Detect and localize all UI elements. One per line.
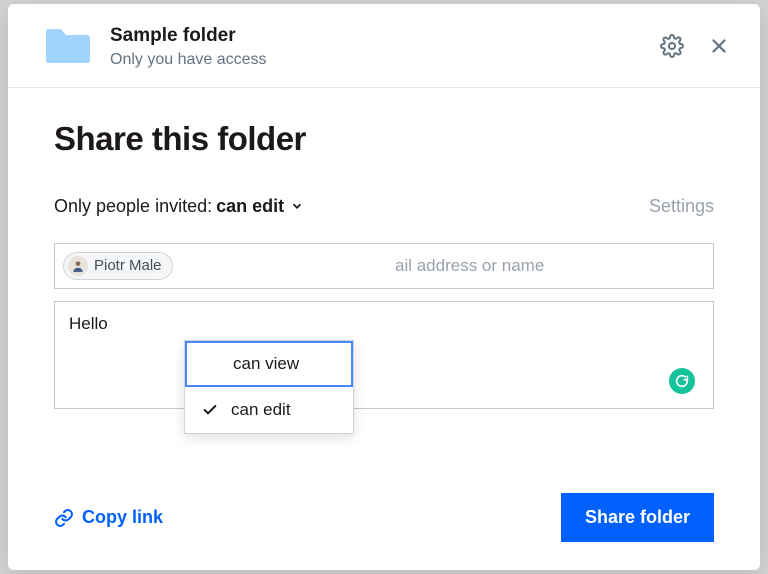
dropdown-option-view[interactable]: can view bbox=[185, 341, 353, 387]
close-icon bbox=[708, 35, 730, 57]
share-title: Share this folder bbox=[54, 120, 714, 158]
check-slot bbox=[201, 402, 219, 418]
link-icon bbox=[54, 508, 74, 528]
share-modal: Sample folder Only you have access Share… bbox=[8, 4, 760, 570]
modal-content: Share this folder Only people invited: c… bbox=[8, 88, 760, 471]
close-button[interactable] bbox=[706, 33, 732, 59]
permission-current: can edit bbox=[216, 196, 284, 217]
invite-placeholder: ail address or name bbox=[395, 256, 544, 276]
avatar bbox=[68, 256, 88, 276]
grammarly-icon bbox=[674, 373, 690, 389]
folder-icon bbox=[44, 26, 92, 66]
gear-icon bbox=[660, 34, 684, 58]
settings-gear-button[interactable] bbox=[658, 32, 686, 60]
settings-link[interactable]: Settings bbox=[649, 196, 714, 217]
check-icon bbox=[202, 402, 218, 418]
invite-input[interactable]: Piotr Male ail address or name bbox=[54, 243, 714, 289]
permission-row: Only people invited: can edit Settings bbox=[54, 196, 714, 217]
permission-dropdown: can view can edit bbox=[184, 340, 354, 434]
share-folder-button[interactable]: Share folder bbox=[561, 493, 714, 542]
person-icon bbox=[71, 259, 85, 273]
copy-link-button[interactable]: Copy link bbox=[54, 507, 163, 528]
header-text: Sample folder Only you have access bbox=[110, 24, 658, 69]
dropdown-option-edit[interactable]: can edit bbox=[185, 387, 353, 433]
option-label: can view bbox=[233, 354, 299, 374]
message-text: Hello bbox=[69, 314, 108, 333]
permission-selector[interactable]: can edit bbox=[216, 196, 304, 217]
message-textarea[interactable]: Hello bbox=[54, 301, 714, 409]
modal-header: Sample folder Only you have access bbox=[8, 4, 760, 88]
chevron-down-icon bbox=[290, 199, 304, 213]
folder-title: Sample folder bbox=[110, 24, 658, 49]
access-summary: Only you have access bbox=[110, 51, 658, 69]
copy-link-label: Copy link bbox=[82, 507, 163, 528]
grammarly-badge[interactable] bbox=[669, 368, 695, 394]
option-label: can edit bbox=[231, 400, 291, 420]
chip-name: Piotr Male bbox=[94, 257, 162, 274]
invitee-chip[interactable]: Piotr Male bbox=[63, 252, 173, 280]
modal-footer: Copy link Share folder bbox=[8, 471, 760, 570]
header-actions bbox=[658, 32, 732, 60]
permission-prefix: Only people invited: bbox=[54, 196, 212, 217]
